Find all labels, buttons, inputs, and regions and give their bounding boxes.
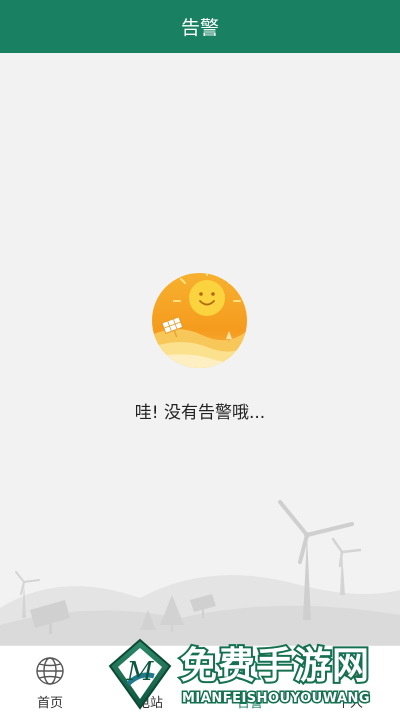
tab-home[interactable]: 首页	[0, 646, 100, 712]
person-icon	[338, 659, 362, 684]
bottom-tab-bar: 首页 电站 告警 个人	[0, 645, 400, 712]
sun-illustration-icon	[152, 273, 247, 368]
tab-station-label: 电站	[136, 696, 163, 711]
empty-state-message: 哇! 没有告警哦...	[134, 403, 266, 423]
tab-alarm-label: 告警	[236, 696, 263, 711]
tab-profile[interactable]: 个人	[300, 646, 400, 712]
page-title: 告警	[180, 17, 219, 39]
tab-home-label: 首页	[36, 696, 63, 711]
tab-alarm[interactable]: 告警	[200, 646, 300, 712]
app-header: 告警	[0, 0, 400, 53]
alarm-icon	[238, 659, 262, 684]
globe-icon	[36, 657, 64, 685]
tab-profile-label: 个人	[336, 696, 363, 711]
tab-station[interactable]: 电站	[100, 646, 200, 712]
landscape-illustration	[0, 500, 400, 645]
station-icon	[139, 661, 161, 682]
